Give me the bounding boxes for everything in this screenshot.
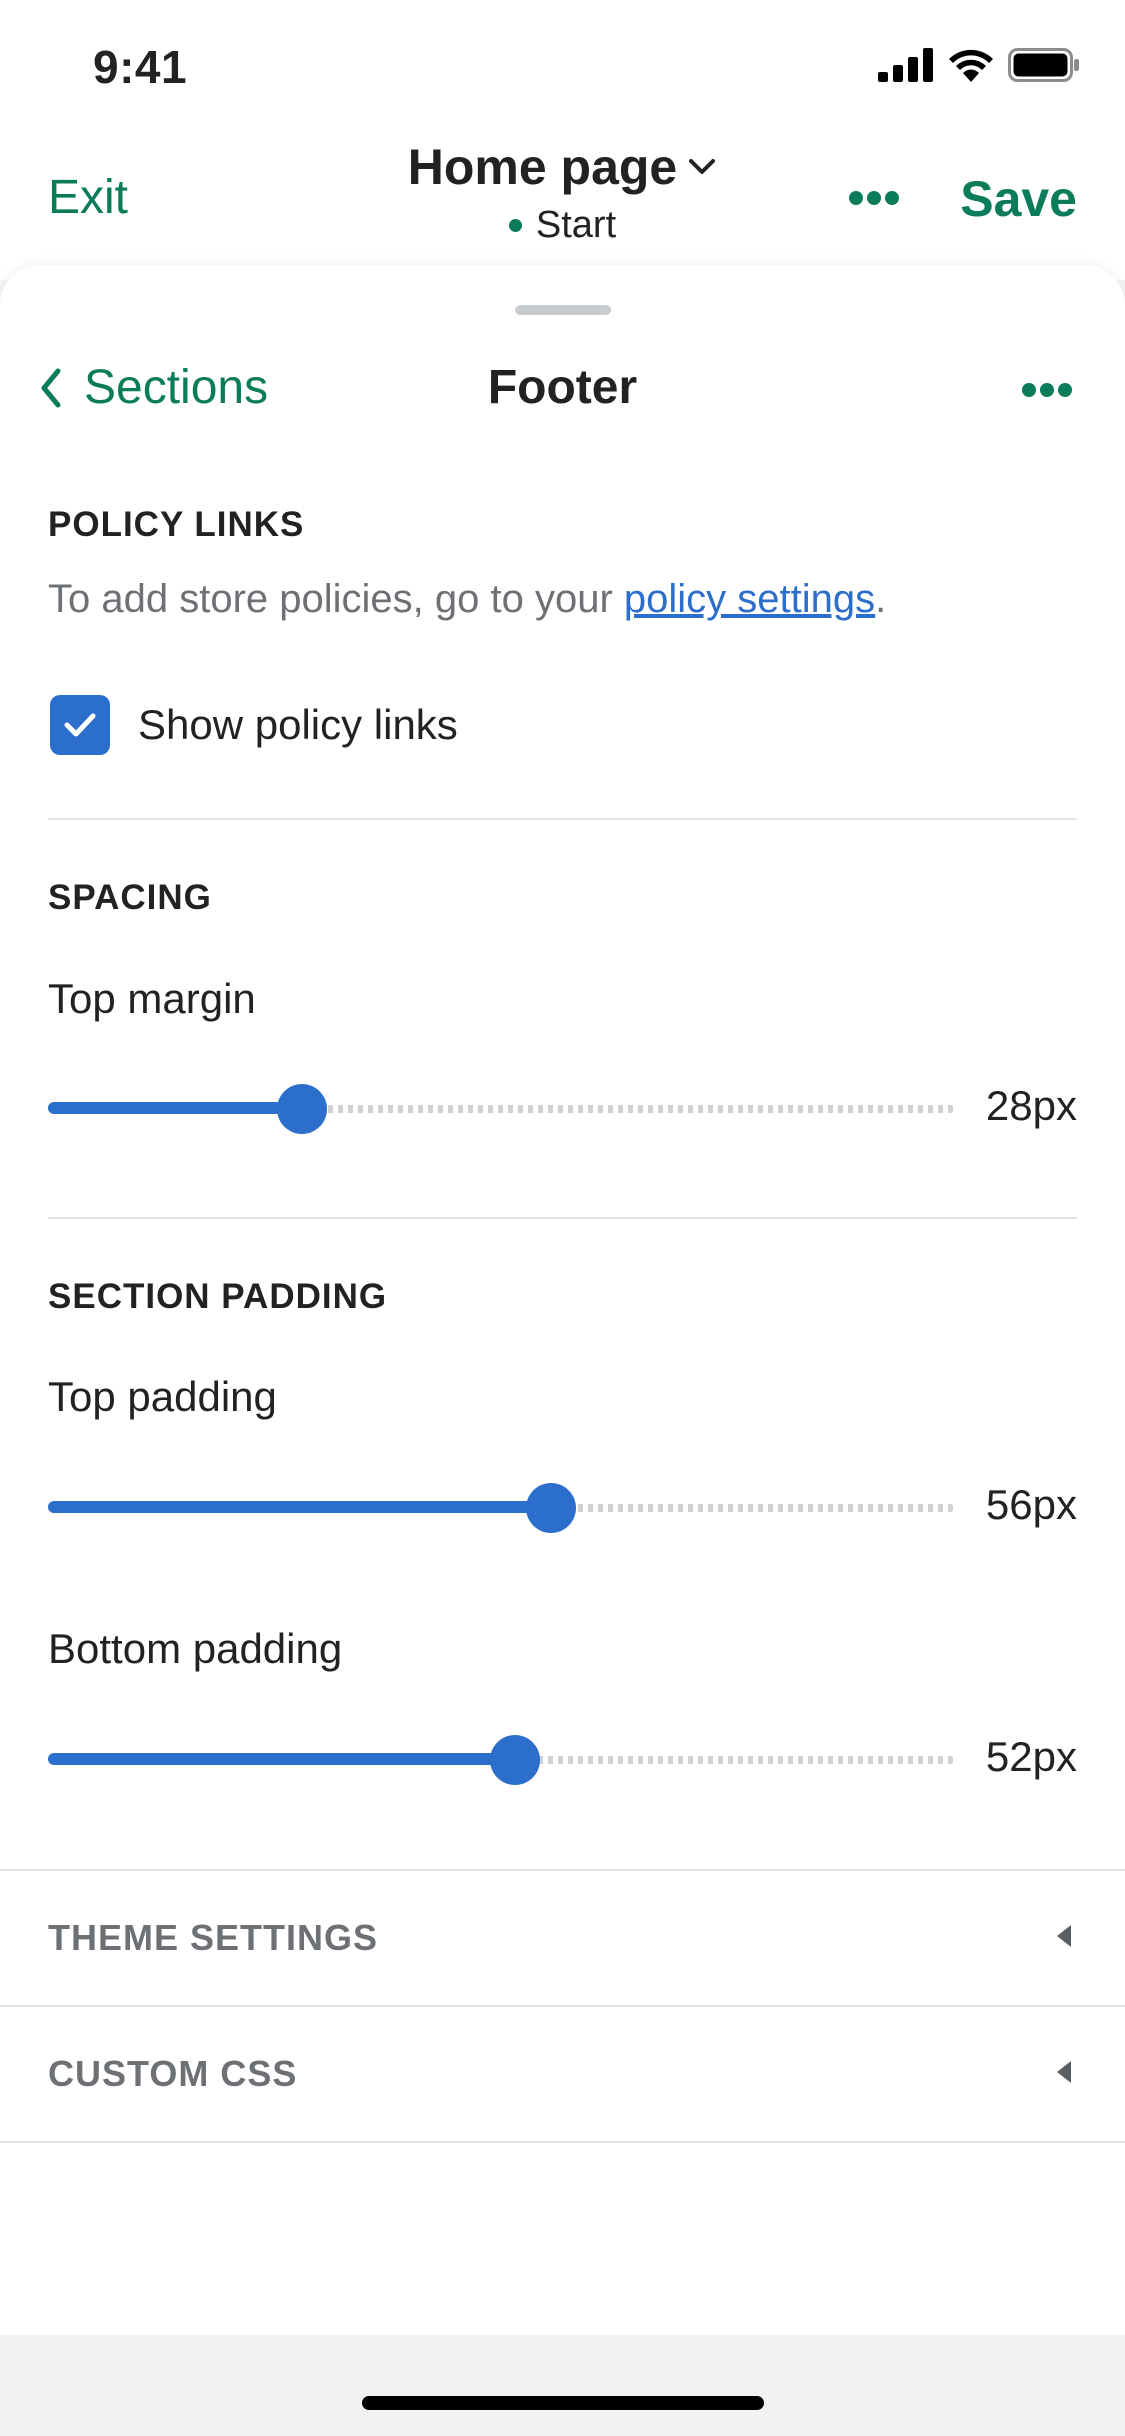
show-policy-links-row[interactable]: Show policy links [50, 695, 458, 755]
section-title: Footer [487, 361, 638, 414]
save-button[interactable]: Save [960, 170, 1077, 228]
bottom-bar [0, 2335, 1125, 2436]
status-dot-icon [508, 219, 522, 232]
top-margin-slider[interactable] [48, 1078, 954, 1138]
editor-header: Exit Home page Start Save [0, 130, 1125, 280]
slider-thumb[interactable] [489, 1735, 540, 1785]
more-horizontal-icon [1022, 383, 1072, 397]
show-policy-links-checkbox[interactable] [50, 695, 110, 755]
bottom-padding-value: 52px [985, 1733, 1077, 1780]
more-actions-button[interactable] [848, 190, 900, 211]
settings-sheet: Sections Footer POLICY LINKS To add stor… [0, 265, 1125, 2335]
section-padding-heading: SECTION PADDING [48, 1277, 388, 1316]
sheet-nav: Sections Footer [0, 360, 1125, 450]
custom-css-row[interactable]: CUSTOM CSS [0, 2007, 1125, 2142]
policy-links-heading: POLICY LINKS [48, 505, 305, 544]
caret-left-icon [1057, 1925, 1071, 1947]
section-more-button[interactable] [1021, 382, 1073, 403]
checkmark-icon [64, 713, 96, 737]
status-icons [878, 48, 1080, 82]
policy-helper-text: To add store policies, go to your policy… [48, 577, 886, 622]
cellular-signal-icon [878, 48, 933, 82]
page-status: Start [508, 204, 617, 247]
more-horizontal-icon [849, 191, 899, 205]
home-indicator[interactable] [362, 2396, 764, 2410]
top-padding-value: 56px [985, 1481, 1077, 1528]
chevron-down-icon [689, 159, 716, 174]
page-selector[interactable]: Home page Start [0, 138, 1125, 247]
caret-left-icon [1057, 2061, 1071, 2083]
policy-helper-prefix: To add store policies, go to your [48, 577, 624, 621]
page-subtitle: Start [535, 204, 617, 246]
spacing-heading: SPACING [48, 878, 212, 917]
slider-fill [48, 1753, 515, 1765]
divider [0, 2141, 1125, 2143]
show-policy-links-label: Show policy links [138, 701, 458, 748]
policy-settings-link[interactable]: policy settings [624, 577, 875, 621]
bottom-padding-label: Bottom padding [48, 1625, 343, 1672]
divider [48, 818, 1077, 820]
slider-thumb[interactable] [276, 1084, 327, 1134]
bottom-padding-slider[interactable] [48, 1729, 954, 1789]
top-padding-label: Top padding [48, 1373, 277, 1420]
battery-icon [1008, 48, 1079, 82]
status-bar: 9:41 [0, 0, 1125, 130]
top-margin-label: Top margin [48, 975, 256, 1022]
status-time: 9:41 [93, 41, 188, 93]
slider-fill [48, 1501, 551, 1513]
top-margin-value: 28px [985, 1082, 1077, 1129]
slider-fill [48, 1102, 302, 1114]
top-padding-slider[interactable] [48, 1477, 954, 1537]
divider [48, 1217, 1077, 1219]
wifi-icon [949, 49, 993, 82]
page-title: Home page [407, 139, 678, 195]
theme-settings-label: THEME SETTINGS [48, 1917, 379, 1958]
policy-helper-suffix: . [875, 577, 887, 621]
sheet-grabber[interactable] [515, 305, 611, 315]
page-title-row[interactable]: Home page [408, 138, 718, 196]
custom-css-label: CUSTOM CSS [48, 2053, 298, 2094]
theme-settings-row[interactable]: THEME SETTINGS [0, 1871, 1125, 2006]
slider-thumb[interactable] [525, 1483, 576, 1533]
